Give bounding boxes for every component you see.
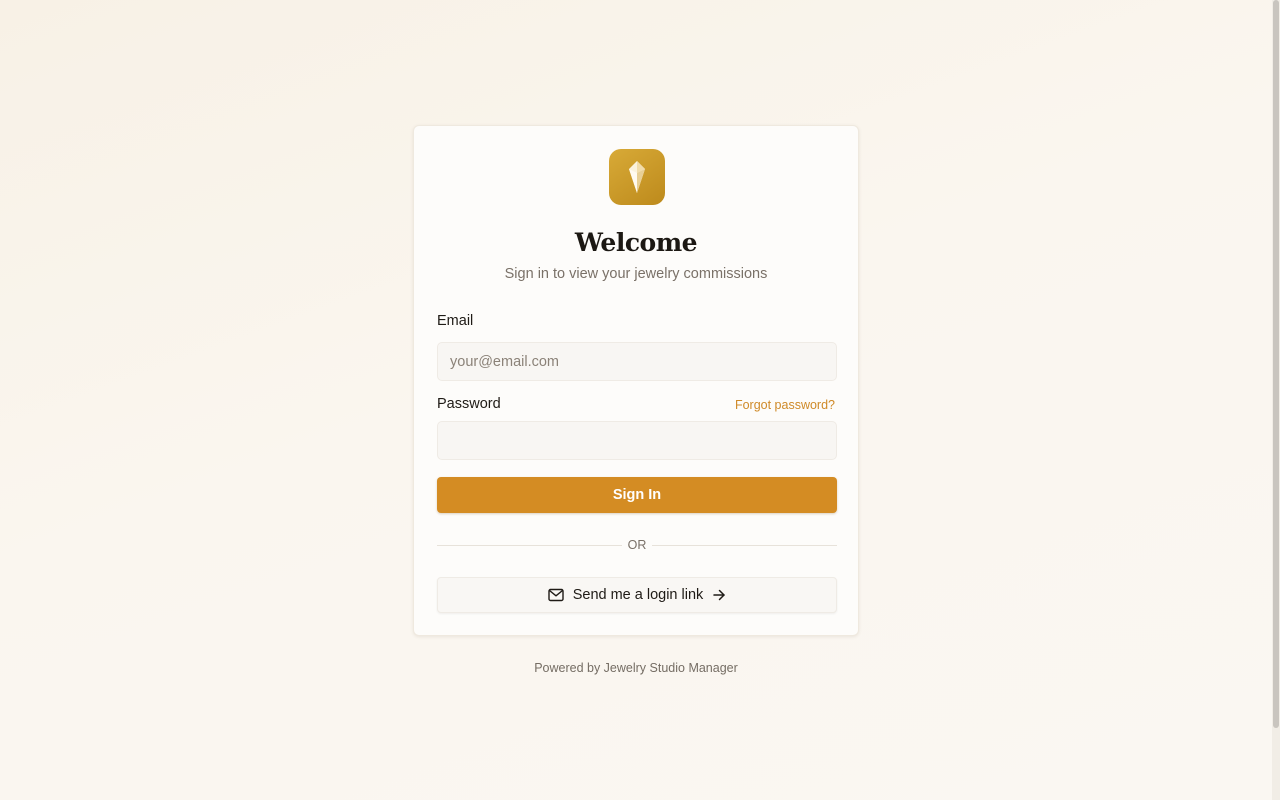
page-title: Welcome — [574, 228, 698, 257]
password-label: Password — [437, 396, 501, 412]
forgot-password-link[interactable]: Forgot password? — [735, 398, 835, 412]
gem-icon — [609, 149, 665, 205]
sign-in-button[interactable]: Sign In — [437, 477, 837, 513]
divider-or-text: OR — [627, 538, 647, 552]
mail-icon — [548, 588, 564, 602]
divider-line-left — [437, 545, 622, 546]
arrow-right-icon — [712, 588, 726, 602]
scrollbar[interactable] — [1272, 0, 1280, 800]
login-card: Welcome Sign in to view your jewelry com… — [413, 125, 859, 636]
send-login-link-label: Send me a login link — [572, 587, 704, 603]
send-login-link-button[interactable]: Send me a login link — [437, 577, 837, 613]
divider-line-right — [652, 545, 837, 546]
email-label: Email — [437, 313, 474, 329]
scrollbar-thumb[interactable] — [1273, 0, 1279, 728]
email-field[interactable] — [437, 342, 837, 381]
page-subtitle: Sign in to view your jewelry commissions — [504, 266, 768, 282]
footer-text: Powered by Jewelry Studio Manager — [534, 661, 738, 675]
password-field[interactable] — [437, 421, 837, 460]
